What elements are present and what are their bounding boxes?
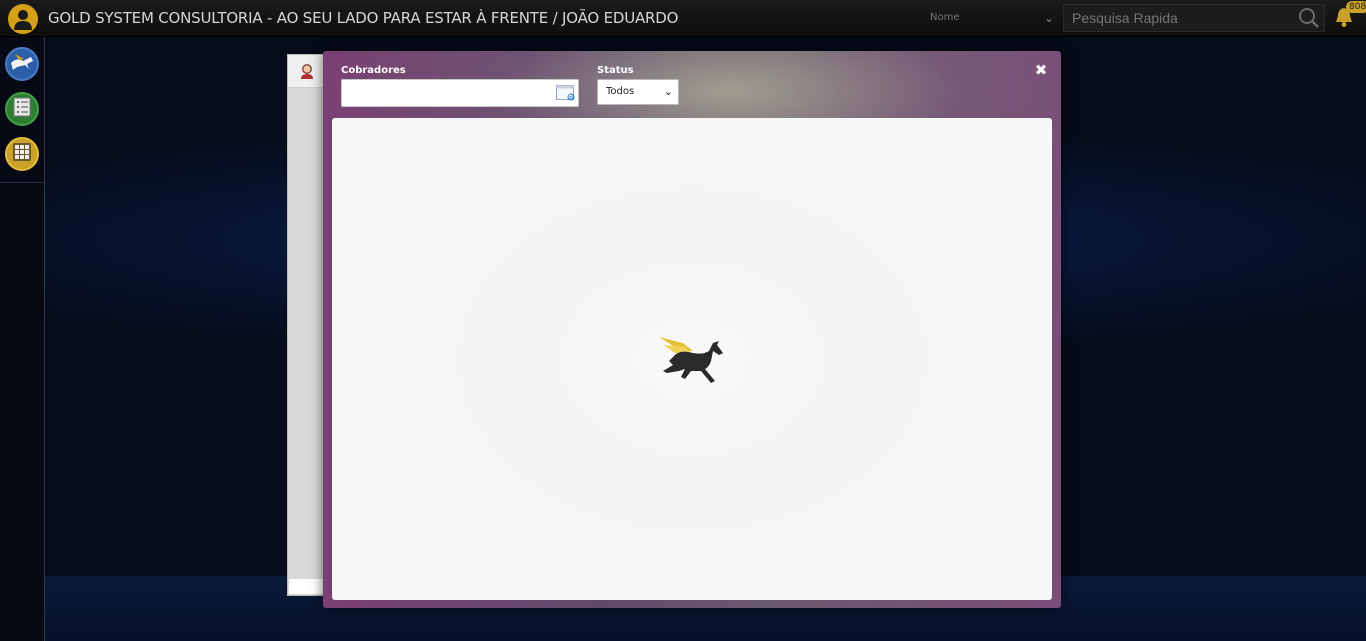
search-field-value: Nome: [930, 12, 960, 23]
calculator-icon: [12, 142, 32, 166]
user-avatar-icon: [300, 63, 314, 83]
quick-search-input[interactable]: [1063, 4, 1325, 32]
sidebar-divider: [0, 182, 44, 183]
list-icon: [13, 97, 31, 121]
cobradores-input[interactable]: [341, 79, 579, 107]
pegasus-loading-icon: [657, 331, 727, 391]
sidebar: [0, 37, 45, 641]
status-value: Todos: [606, 86, 635, 97]
status-label: Status: [597, 65, 634, 76]
content-frame: [332, 118, 1052, 600]
chevron-down-icon: ⌄: [663, 85, 673, 98]
cobradores-label: Cobradores: [341, 65, 406, 76]
background-window-footer: [289, 579, 325, 594]
user-avatar-icon[interactable]: [8, 4, 38, 34]
notification-badge: 808: [1346, 1, 1366, 13]
chevron-down-icon: ⌄: [1043, 11, 1054, 25]
search-field-select[interactable]: Nome ⌄: [924, 8, 1058, 28]
sidebar-item-calculator[interactable]: [5, 137, 39, 171]
sidebar-item-home[interactable]: [5, 47, 39, 81]
status-select[interactable]: Todos ⌄: [597, 79, 679, 105]
sidebar-item-list[interactable]: [5, 92, 39, 126]
search-icon[interactable]: [1298, 7, 1320, 33]
cobradores-modal: Cobradores Status Todos ⌄ ✖: [323, 51, 1061, 608]
app-title: GOLD SYSTEM CONSULTORIA - AO SEU LADO PA…: [48, 9, 679, 27]
pegasus-logo-icon: [9, 53, 35, 75]
lookup-icon[interactable]: [556, 84, 576, 106]
close-button[interactable]: ✖: [1033, 61, 1049, 79]
top-bar: GOLD SYSTEM CONSULTORIA - AO SEU LADO PA…: [0, 0, 1366, 37]
